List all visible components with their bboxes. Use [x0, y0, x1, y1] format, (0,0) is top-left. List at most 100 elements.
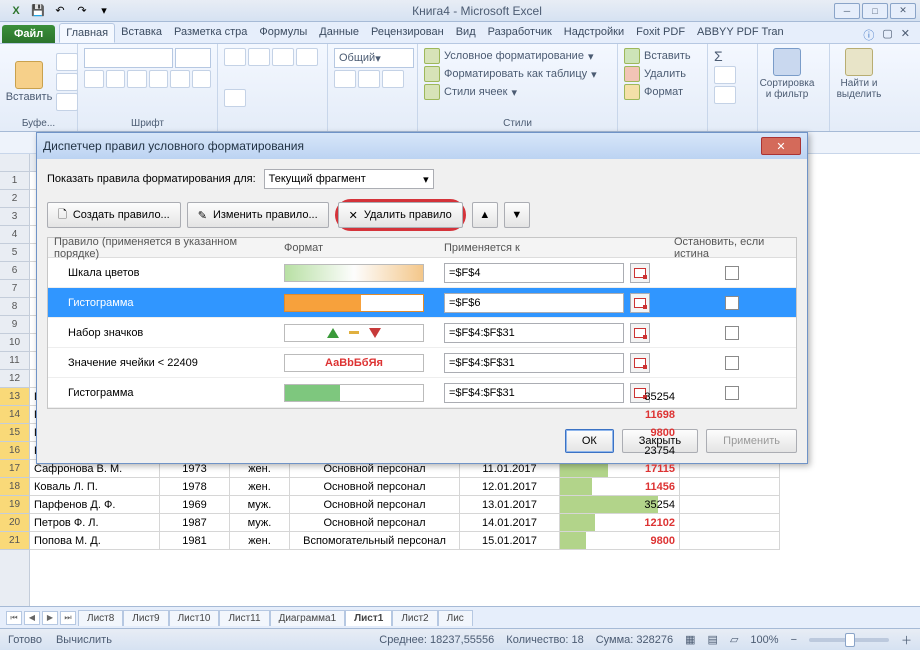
align-center-icon[interactable] [248, 48, 270, 66]
conditional-formatting-button[interactable]: Условное форматирование▾ [424, 48, 611, 64]
italic-icon[interactable] [106, 70, 126, 88]
ribbon-tab[interactable]: Вид [450, 23, 482, 43]
row-header[interactable]: 7 [0, 280, 29, 298]
rule-row[interactable]: Гистограмма=$F$4:$F$31 [48, 378, 796, 408]
find-select-button[interactable]: Найти и выделить [836, 48, 882, 100]
applies-to-input[interactable]: =$F$4 [444, 263, 624, 283]
view-layout-icon[interactable]: ▤ [708, 633, 718, 646]
format-painter-icon[interactable] [56, 93, 78, 111]
align-left-icon[interactable] [224, 48, 246, 66]
redo-icon[interactable]: ↷ [72, 2, 92, 20]
applies-to-input[interactable]: =$F$4:$F$31 [444, 383, 624, 403]
view-pagebreak-icon[interactable]: ▱ [730, 633, 738, 646]
minimize-button[interactable]: ─ [834, 3, 860, 19]
move-rule-up-button[interactable]: ▲ [472, 202, 498, 228]
sheet-tab[interactable]: Лист10 [169, 610, 220, 626]
show-rules-for-select[interactable]: Текущий фрагмент ▾ [264, 169, 434, 189]
format-as-table-button[interactable]: Форматировать как таблицу▾ [424, 66, 611, 82]
range-picker-button[interactable] [630, 293, 650, 313]
ribbon-tab[interactable]: Данные [313, 23, 365, 43]
ok-button[interactable]: ОК [565, 429, 614, 453]
border-icon[interactable] [149, 70, 169, 88]
view-normal-icon[interactable]: ▦ [685, 633, 695, 646]
row-header[interactable]: 9 [0, 316, 29, 334]
save-icon[interactable]: 💾 [28, 2, 48, 20]
bold-icon[interactable] [84, 70, 104, 88]
sheet-nav-next-icon[interactable]: ▶ [42, 611, 58, 625]
fill-button[interactable] [714, 66, 751, 84]
ribbon-tab[interactable]: Главная [59, 23, 115, 43]
ribbon-tab[interactable]: Вставка [115, 23, 168, 43]
insert-cells-button[interactable]: Вставить [624, 48, 701, 64]
fill-color-icon[interactable] [170, 70, 190, 88]
ribbon-tab[interactable]: Foxit PDF [630, 23, 691, 43]
ribbon-tab[interactable]: Рецензирован [365, 23, 450, 43]
merge-icon[interactable] [224, 89, 246, 107]
row-header[interactable]: 21 [0, 532, 29, 550]
range-picker-button[interactable] [630, 263, 650, 283]
row-header[interactable]: 17 [0, 460, 29, 478]
sheet-tab[interactable]: Лист2 [392, 610, 437, 626]
doc-close-icon[interactable]: ✕ [901, 27, 910, 43]
applies-to-input[interactable]: =$F$4:$F$31 [444, 323, 624, 343]
dialog-title-bar[interactable]: Диспетчер правил условного форматировани… [37, 133, 807, 159]
delete-rule-button[interactable]: ✕Удалить правило [338, 202, 463, 228]
sheet-tab[interactable]: Диаграмма1 [270, 610, 346, 626]
underline-icon[interactable] [127, 70, 147, 88]
maximize-button[interactable]: □ [862, 3, 888, 19]
ribbon-tab[interactable]: Разработчик [482, 23, 558, 43]
percent-icon[interactable] [358, 70, 380, 88]
ribbon-tab[interactable]: Разметка стра [168, 23, 253, 43]
sheet-tab[interactable]: Лист9 [123, 610, 168, 626]
row-header[interactable]: 13 [0, 388, 29, 406]
row-header[interactable]: 15 [0, 424, 29, 442]
copy-icon[interactable] [56, 73, 78, 91]
range-picker-button[interactable] [630, 323, 650, 343]
dialog-close-button[interactable]: ✕ [761, 137, 801, 155]
sheet-nav-last-icon[interactable]: ⏭ [60, 611, 76, 625]
cell-styles-button[interactable]: Стили ячеек▾ [424, 84, 611, 100]
align-right-icon[interactable] [272, 48, 294, 66]
row-header[interactable]: 19 [0, 496, 29, 514]
rule-row[interactable]: Шкала цветов=$F$4 [48, 258, 796, 288]
row-header[interactable]: 6 [0, 262, 29, 280]
comma-icon[interactable] [382, 70, 404, 88]
qat-more-icon[interactable]: ▾ [94, 2, 114, 20]
stop-if-true-checkbox[interactable] [725, 356, 739, 370]
number-format-combo[interactable]: Общий▾ [334, 48, 414, 68]
sheet-tab[interactable]: Лист8 [78, 610, 123, 626]
stop-if-true-checkbox[interactable] [725, 296, 739, 310]
font-size-combo[interactable] [175, 48, 211, 68]
row-header[interactable]: 14 [0, 406, 29, 424]
sheet-nav-prev-icon[interactable]: ◀ [24, 611, 40, 625]
delete-cells-button[interactable]: Удалить [624, 66, 701, 82]
stop-if-true-checkbox[interactable] [725, 266, 739, 280]
row-header[interactable]: 3 [0, 208, 29, 226]
row-header[interactable]: 4 [0, 226, 29, 244]
row-header[interactable]: 1 [0, 172, 29, 190]
table-row[interactable]: Попова М. Д.1981жен.Вспомогательный перс… [30, 532, 920, 550]
paste-button[interactable]: Вставить [6, 48, 52, 116]
file-tab[interactable]: Файл [2, 25, 55, 43]
close-button[interactable]: ✕ [890, 3, 916, 19]
row-header[interactable]: 11 [0, 352, 29, 370]
sheet-tab[interactable]: Лист1 [345, 610, 392, 626]
move-rule-down-button[interactable]: ▼ [504, 202, 530, 228]
ribbon-minimize-icon[interactable]: ▢ [882, 27, 892, 43]
zoom-out-icon[interactable]: − [791, 634, 797, 646]
rule-row[interactable]: Значение ячейки < 22409АаВbБбЯя=$F$4:$F$… [48, 348, 796, 378]
row-header[interactable]: 2 [0, 190, 29, 208]
stop-if-true-checkbox[interactable] [725, 326, 739, 340]
currency-icon[interactable] [334, 70, 356, 88]
range-picker-button[interactable] [630, 353, 650, 373]
sort-filter-button[interactable]: Сортировка и фильтр [764, 48, 810, 100]
ribbon-tab[interactable]: ABBYY PDF Tran [691, 23, 790, 43]
table-row[interactable]: Петров Ф. Л.1987муж.Основной персонал14.… [30, 514, 920, 532]
undo-icon[interactable]: ↶ [50, 2, 70, 20]
format-cells-button[interactable]: Формат [624, 84, 701, 100]
new-rule-button[interactable]: 🗋Создать правило... [47, 202, 181, 228]
cut-icon[interactable] [56, 53, 78, 71]
zoom-slider[interactable] [809, 638, 889, 642]
apply-button[interactable]: Применить [706, 429, 797, 453]
rule-row[interactable]: Гистограмма=$F$6 [48, 288, 796, 318]
